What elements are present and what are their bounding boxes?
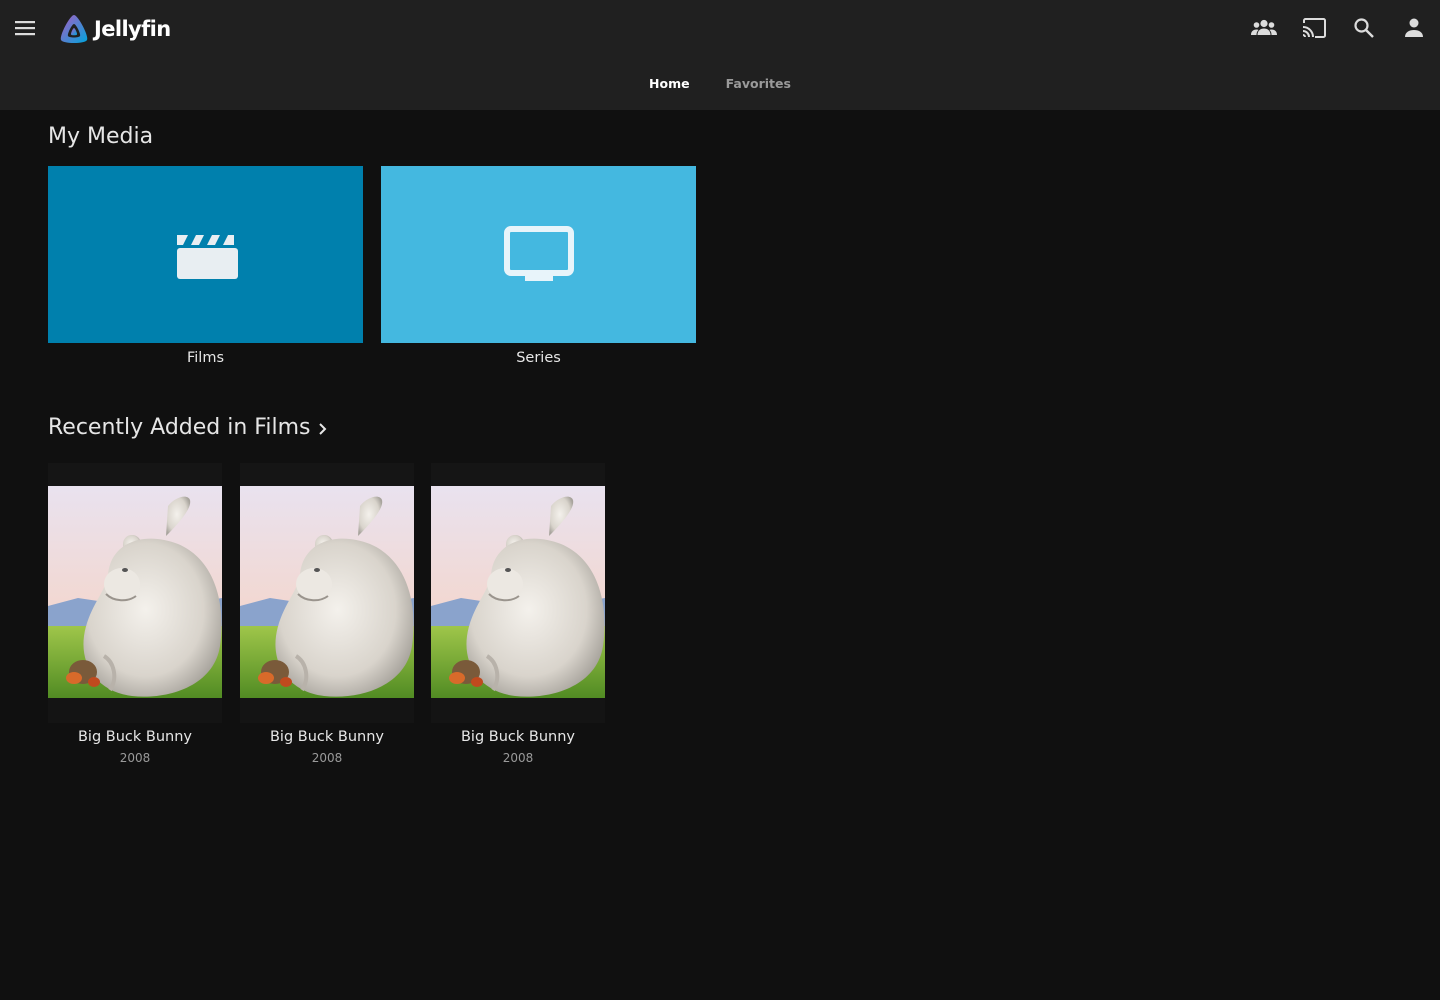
- tv-icon: [503, 225, 574, 281]
- poster-image: [48, 463, 222, 723]
- users-icon: [1251, 19, 1277, 35]
- header-toolbar: Jellyfin: [0, 0, 1440, 56]
- item-title[interactable]: Big Buck Bunny: [431, 729, 605, 745]
- library-label-series[interactable]: Series: [381, 350, 696, 366]
- item-year: 2008: [311, 751, 343, 765]
- search-icon: [1354, 18, 1374, 38]
- library-card-films[interactable]: [48, 166, 363, 343]
- jellyfin-logo-icon: [60, 15, 88, 43]
- item-year: 2008: [119, 751, 151, 765]
- poster-image: [431, 463, 605, 723]
- cast-button[interactable]: [1296, 10, 1332, 46]
- tab-favorites[interactable]: Favorites: [708, 70, 809, 97]
- recently-added-title: Recently Added in Films: [48, 415, 311, 440]
- menu-icon: [15, 21, 35, 36]
- user-menu-button[interactable]: [1396, 10, 1432, 46]
- poster-card[interactable]: [431, 463, 605, 723]
- app-header: Jellyfin Home Favorites: [0, 0, 1440, 110]
- cast-icon: [1302, 18, 1326, 38]
- library-card-series[interactable]: [381, 166, 696, 343]
- poster-image: [240, 463, 414, 723]
- logo-text: Jellyfin: [94, 17, 171, 41]
- tab-home[interactable]: Home: [631, 70, 708, 97]
- header-tabs: Home Favorites: [0, 66, 1440, 100]
- poster-card[interactable]: [240, 463, 414, 723]
- item-title[interactable]: Big Buck Bunny: [240, 729, 414, 745]
- clapperboard-icon: [176, 234, 238, 279]
- menu-button[interactable]: [10, 14, 40, 42]
- poster-card[interactable]: [48, 463, 222, 723]
- library-label-films[interactable]: Films: [48, 350, 363, 366]
- search-button[interactable]: [1346, 10, 1382, 46]
- item-title[interactable]: Big Buck Bunny: [48, 729, 222, 745]
- my-media-title: My Media: [48, 124, 154, 149]
- app-logo[interactable]: Jellyfin: [58, 12, 171, 46]
- chevron-right-icon: [319, 422, 327, 435]
- sync-play-button[interactable]: [1246, 10, 1282, 46]
- my-media-heading: My Media: [48, 124, 153, 149]
- user-icon: [1405, 18, 1423, 37]
- recently-added-heading[interactable]: Recently Added in Films: [48, 415, 328, 440]
- item-year: 2008: [502, 751, 534, 765]
- header-actions: [1232, 10, 1432, 46]
